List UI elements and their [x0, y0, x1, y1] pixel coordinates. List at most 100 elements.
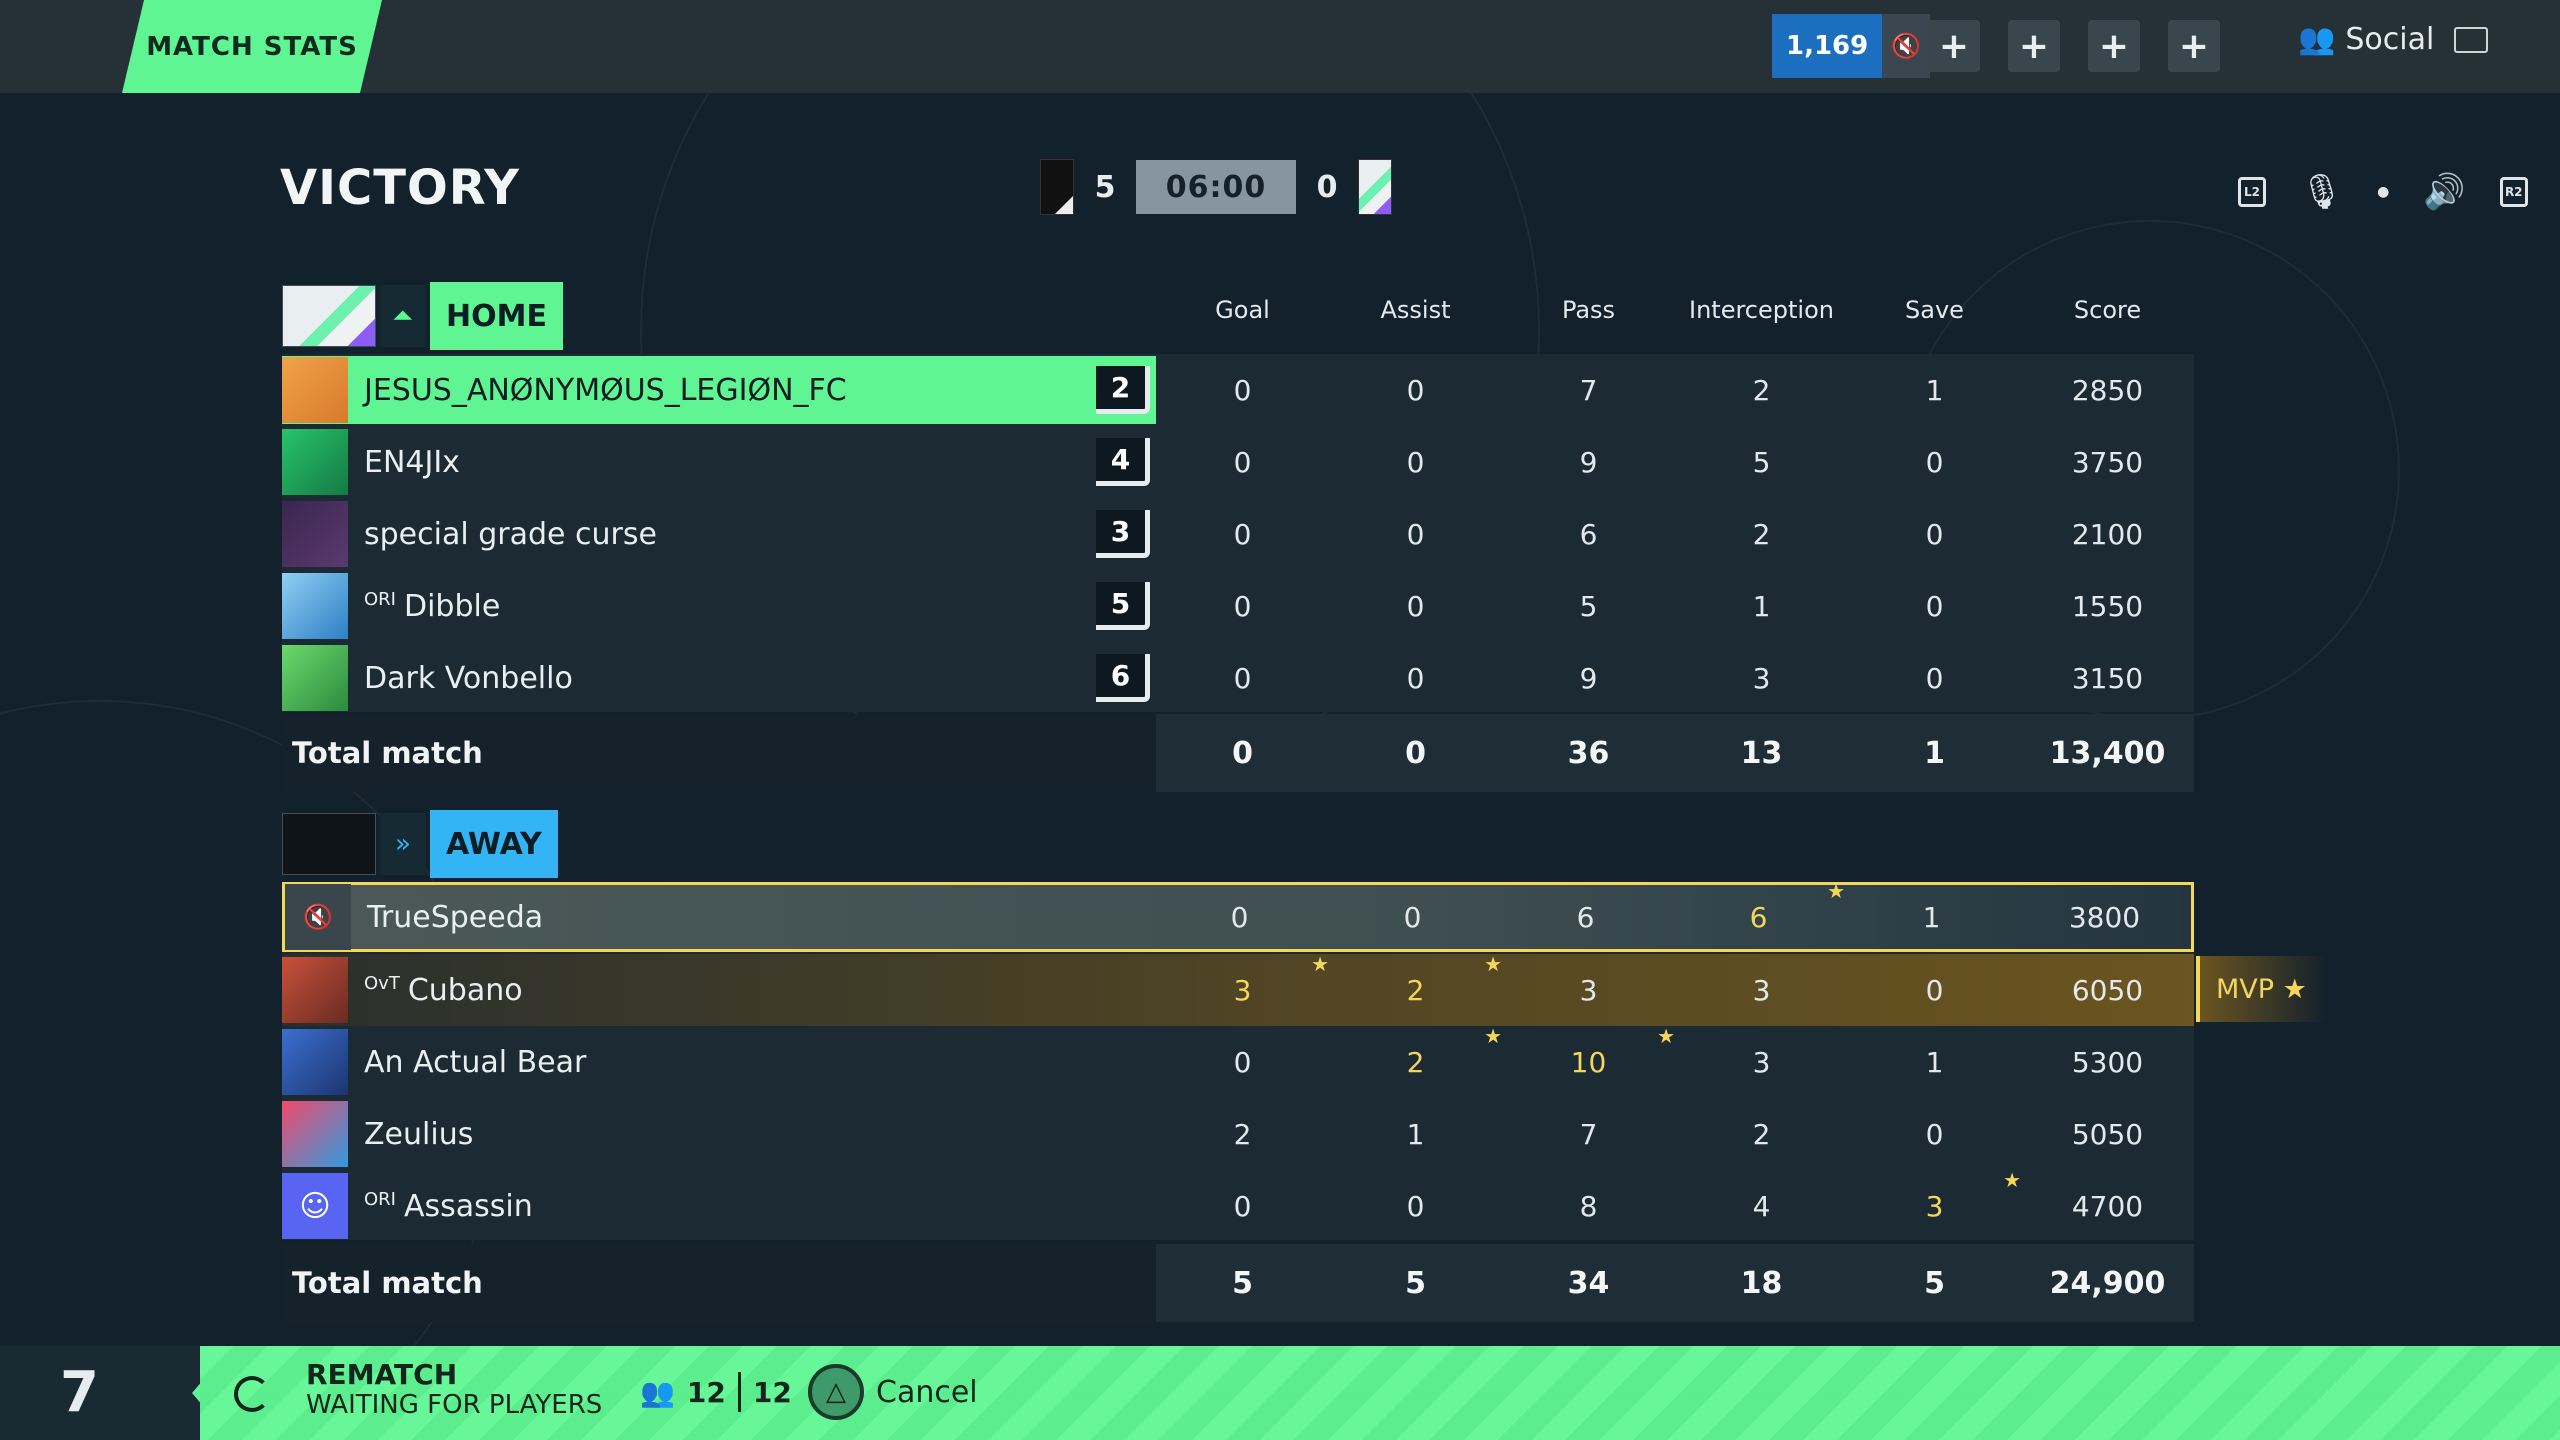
player-name: OvT Cubano [364, 973, 523, 1008]
table-row-mvp[interactable]: OvT Cubano 3 ★ 2 ★ 3 3 0 6050 [282, 951, 2194, 1026]
column-headers: Goal Assist Pass Interception Save Score [1156, 296, 2194, 324]
col-save[interactable]: Save [1848, 296, 2021, 324]
total-pass: 36 [1567, 735, 1610, 771]
away-team-flag [282, 813, 376, 875]
dot-icon: ● [2377, 184, 2390, 200]
mic-muted-icon[interactable]: 🎙 [2300, 172, 2343, 212]
player-name: EN4JIx [364, 444, 460, 480]
avatar [282, 357, 348, 423]
coin-balance: 1,169 🔇 [1772, 14, 1931, 78]
social-button[interactable]: 👥 Social [2298, 22, 2489, 57]
rematch-title: REMATCH [306, 1358, 458, 1391]
table-row[interactable]: An Actual Bear 0 2 ★ 10 ★ 3 1 5300 [282, 1024, 2194, 1098]
player-tag: ORI [364, 588, 396, 610]
speaker-icon[interactable]: 🔊 [2423, 172, 2465, 212]
people-icon: 👥 [640, 1375, 675, 1409]
col-interception[interactable]: Interception [1675, 296, 1848, 324]
total-label: Total match [282, 1244, 1156, 1322]
stat-assist: 1 [1406, 1117, 1425, 1151]
player-name-text: Assassin [403, 1188, 533, 1224]
table-row[interactable]: ☺ ORI Assassin 0 0 8 4 3 ★ 4700 [282, 1168, 2194, 1242]
player-name-cell[interactable]: Dark Vonbello 6 [282, 644, 1156, 712]
player-level: 4 [1096, 438, 1150, 486]
home-score: 5 [1094, 169, 1116, 205]
add-slot-button-1[interactable]: + [1928, 20, 1980, 72]
player-level: 3 [1096, 510, 1150, 558]
stat-save: 1 [1922, 900, 1941, 934]
col-assist[interactable]: Assist [1329, 296, 1502, 324]
stat-save: 1 [1925, 1045, 1944, 1079]
table-row[interactable]: EN4JIx 4 0 0 9 5 0 3750 [282, 426, 2194, 498]
table-row[interactable]: JESUS_ANØNYMØUS_LEGIØN_FC 2 0 0 7 2 1 28… [282, 354, 2194, 426]
stat-assist: 0 [1406, 517, 1425, 551]
stat-goal: 0 [1233, 589, 1252, 623]
stat-assist: 2 ★ [1329, 1024, 1502, 1079]
col-pass[interactable]: Pass [1502, 296, 1675, 324]
add-slot-button-4[interactable]: + [2168, 20, 2220, 72]
people-icon: 👥 [2298, 22, 2336, 57]
countdown-panel [0, 1346, 200, 1440]
stat-interception: 3 [1752, 1045, 1771, 1079]
player-name-cell[interactable]: JESUS_ANØNYMØUS_LEGIØN_FC 2 [282, 356, 1156, 424]
avatar [282, 1029, 348, 1095]
avatar [282, 429, 348, 495]
player-name: Dark Vonbello [364, 660, 573, 696]
player-name-cell[interactable]: Zeulius [282, 1100, 1156, 1168]
r2-button-icon[interactable]: R2 [2499, 177, 2528, 207]
stat-assist: 0 [1403, 900, 1422, 934]
star-icon: ★ [1311, 951, 1329, 976]
player-level: 5 [1096, 582, 1150, 630]
player-stats: 0 0 6 2 0 2100 [1156, 518, 2194, 551]
muted-speaker-icon: 🔇 [285, 884, 351, 950]
player-name-cell[interactable]: EN4JIx 4 [282, 428, 1156, 496]
player-name: JESUS_ANØNYMØUS_LEGIØN_FC [364, 372, 847, 408]
total-goal: 5 [1232, 1265, 1253, 1301]
player-name: special grade curse [364, 516, 657, 552]
stat-assist: 0 [1406, 661, 1425, 695]
player-name-text: Dibble [403, 588, 501, 624]
stat-score: 2100 [2071, 517, 2144, 551]
table-row[interactable]: Dark Vonbello 6 0 0 9 3 0 3150 [282, 642, 2194, 714]
table-row[interactable]: Zeulius 2 1 7 2 0 5050 [282, 1098, 2194, 1170]
stat-save: 0 [1925, 1117, 1944, 1151]
player-name-cell[interactable]: 🔇 TrueSpeeda [285, 883, 1153, 951]
countdown-number: 7 [60, 1360, 99, 1425]
stat-score: 3800 [2068, 900, 2141, 934]
stat-goal: 3 ★ [1156, 952, 1329, 1007]
home-crest [1040, 159, 1074, 215]
table-row-highlighted[interactable]: 🔇 TrueSpeeda 0 0 6 6 ★ 1 3800 [282, 879, 2194, 952]
stat-interception: 6 ★ [1672, 879, 1845, 934]
total-assist: 0 [1405, 735, 1426, 771]
add-slot-button-2[interactable]: + [2008, 20, 2060, 72]
col-score[interactable]: Score [2021, 296, 2194, 324]
top-bar: MATCH STATS 1,169 🔇 + + + + 👥 Social [0, 0, 2560, 93]
player-stats: 0 0 8 4 3 ★ 4700 [1156, 1168, 2194, 1223]
stat-goal: 0 [1233, 1189, 1252, 1223]
player-name-cell[interactable]: An Actual Bear [282, 1028, 1156, 1096]
stat-assist: 0 [1406, 589, 1425, 623]
add-slot-button-3[interactable]: + [2088, 20, 2140, 72]
cancel-button[interactable]: △ Cancel [808, 1364, 978, 1420]
player-name-cell[interactable]: OvT Cubano [282, 956, 1156, 1024]
stat-pass: 8 [1579, 1189, 1598, 1223]
table-row[interactable]: special grade curse 3 0 0 6 2 0 2100 [282, 498, 2194, 570]
stat-interception: 3 [1752, 973, 1771, 1007]
stat-interception: 2 [1752, 373, 1771, 407]
player-name-cell[interactable]: ☺ ORI Assassin [282, 1172, 1156, 1240]
player-name: An Actual Bear [364, 1044, 587, 1080]
star-icon: ★ [1484, 951, 1502, 976]
total-save: 5 [1924, 1265, 1945, 1301]
avatar [282, 645, 348, 711]
stat-save: 0 [1925, 589, 1944, 623]
col-goal[interactable]: Goal [1156, 296, 1329, 324]
player-name-cell[interactable]: special grade curse 3 [282, 500, 1156, 568]
table-row[interactable]: ORI Dibble 5 0 0 5 1 0 1550 [282, 570, 2194, 642]
tab-match-stats[interactable]: MATCH STATS [122, 0, 382, 93]
players-ready: 12 [686, 1375, 726, 1409]
stat-interception: 5 [1752, 445, 1771, 479]
player-name-cell[interactable]: ORI Dibble 5 [282, 572, 1156, 640]
stat-interception: 1 [1752, 589, 1771, 623]
home-label: HOME [430, 282, 563, 350]
stat-save: 1 [1925, 373, 1944, 407]
l2-button-icon[interactable]: L2 [2238, 177, 2266, 207]
